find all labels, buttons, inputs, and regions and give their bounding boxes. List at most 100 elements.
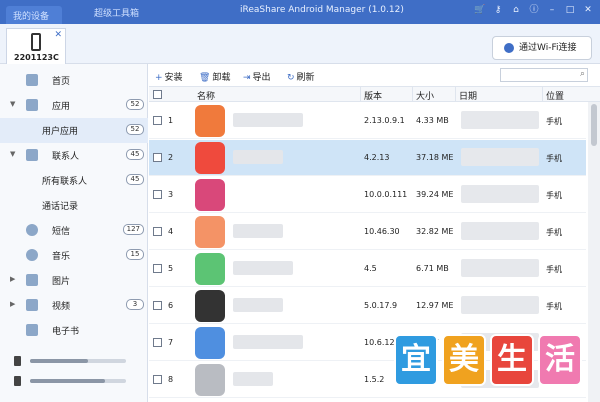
table-row[interactable]: 2 4.2.13 37.18 ME 手机 — [149, 140, 586, 176]
row-number: 5 — [168, 264, 174, 273]
phone-storage-icon — [14, 356, 21, 366]
storage-fill — [30, 379, 105, 383]
row-checkbox[interactable] — [153, 338, 162, 347]
sidebar-item-photos[interactable]: ▶ 图片 — [0, 268, 148, 293]
header-size[interactable]: 大小 — [416, 89, 434, 102]
app-location: 手机 — [546, 154, 562, 163]
device-tab[interactable]: ✕ 2201123C — [6, 28, 66, 64]
tab-my-device[interactable]: 我的设备 — [6, 6, 62, 24]
table-row[interactable]: 4 10.46.30 32.82 ME 手机 — [149, 214, 586, 250]
row-number: 6 — [168, 301, 174, 310]
table-row[interactable]: 1 2.13.0.9.1 4.33 MB 手机 — [149, 103, 586, 139]
header-date[interactable]: 日期 — [459, 89, 477, 102]
close-icon[interactable]: ✕ — [582, 4, 594, 16]
count-badge: 3 — [126, 299, 144, 310]
chevron-down-icon[interactable]: ▼ — [10, 150, 15, 158]
export-button[interactable]: ⇥ 导出 — [243, 70, 271, 83]
plus-icon: + — [155, 73, 163, 83]
app-version: 4.5 — [364, 264, 377, 273]
home-icon[interactable]: ⌂ — [510, 4, 522, 16]
search-input[interactable]: ⌕ — [500, 68, 588, 82]
app-version: 4.2.13 — [364, 153, 390, 162]
chevron-down-icon[interactable]: ▼ — [10, 100, 15, 108]
sidebar-item-ebooks[interactable]: 电子书 — [0, 318, 148, 343]
watermark-char: 生 — [490, 334, 534, 386]
count-badge: 45 — [126, 149, 144, 160]
row-number: 2 — [168, 153, 174, 162]
chevron-right-icon[interactable]: ▶ — [10, 300, 15, 308]
tab-toolbox[interactable]: 超级工具箱 — [94, 6, 139, 19]
app-date-redacted — [461, 148, 539, 166]
row-checkbox[interactable] — [153, 116, 162, 125]
vertical-scrollbar[interactable] — [588, 102, 600, 402]
watermark-char: 美 — [442, 334, 486, 386]
app-size: 4.33 MB — [416, 116, 449, 125]
row-checkbox[interactable] — [153, 190, 162, 199]
sidebar-item-music[interactable]: 音乐 15 — [0, 243, 148, 268]
install-button[interactable]: + 安装 — [155, 70, 183, 83]
app-size: 39.24 ME — [416, 190, 454, 199]
app-location: 手机 — [546, 228, 562, 237]
app-name-redacted — [233, 372, 273, 386]
cart-icon[interactable]: 🛒 — [474, 4, 486, 16]
app-version: 2.13.0.9.1 — [364, 116, 405, 125]
chevron-right-icon[interactable]: ▶ — [10, 275, 15, 283]
header-version[interactable]: 版本 — [364, 89, 382, 102]
row-checkbox[interactable] — [153, 375, 162, 384]
sms-icon — [26, 224, 38, 236]
close-device-icon[interactable]: ✕ — [54, 30, 62, 40]
row-number: 7 — [168, 338, 174, 347]
sidebar-item-call-log[interactable]: 通话记录 — [0, 193, 148, 218]
wifi-icon — [504, 43, 514, 53]
app-version: 5.0.17.9 — [364, 301, 398, 310]
watermark-char: 宜 — [394, 334, 438, 386]
scrollbar-thumb[interactable] — [591, 104, 597, 146]
app-icon — [195, 216, 225, 248]
row-checkbox[interactable] — [153, 301, 162, 310]
export-icon: ⇥ — [243, 73, 251, 83]
app-location: 手机 — [546, 191, 562, 200]
row-checkbox[interactable] — [153, 264, 162, 273]
wifi-connect-button[interactable]: 通过Wi-Fi连接 — [492, 36, 592, 60]
sidebar-item-sms[interactable]: 短信 127 — [0, 218, 148, 243]
count-badge: 45 — [126, 174, 144, 185]
device-strip: ✕ 2201123C 通过Wi-Fi连接 — [0, 24, 600, 64]
info-icon[interactable]: ⓘ — [528, 4, 540, 16]
row-number: 3 — [168, 190, 174, 199]
video-icon — [26, 299, 38, 311]
sidebar-item-videos[interactable]: ▶ 视频 3 — [0, 293, 148, 318]
maximize-icon[interactable]: □ — [564, 4, 576, 16]
app-date-redacted — [461, 185, 539, 203]
app-name-redacted — [233, 150, 283, 164]
sidebar-item-all-contacts[interactable]: 所有联系人 45 — [0, 168, 148, 193]
app-size: 12.97 ME — [416, 301, 454, 310]
device-name: 2201123C — [14, 53, 59, 62]
table-row[interactable]: 3 10.0.0.111 39.24 ME 手机 — [149, 177, 586, 213]
uninstall-button[interactable]: 🗑 卸载 — [199, 70, 230, 83]
header-name[interactable]: 名称 — [197, 89, 215, 102]
refresh-button[interactable]: ↻ 刷新 — [287, 70, 315, 83]
sidebar-item-contacts[interactable]: ▼ 联系人 45 — [0, 143, 148, 168]
row-checkbox[interactable] — [153, 227, 162, 236]
row-checkbox[interactable] — [153, 153, 162, 162]
apps-icon — [26, 99, 38, 111]
app-version: 10.0.0.111 — [364, 190, 408, 199]
header-location[interactable]: 位置 — [546, 89, 564, 102]
row-number: 8 — [168, 375, 174, 384]
contacts-icon — [26, 149, 38, 161]
select-all-checkbox[interactable] — [153, 90, 162, 99]
app-name-redacted — [233, 298, 283, 312]
table-row[interactable]: 5 4.5 6.71 MB 手机 — [149, 251, 586, 287]
app-icon — [195, 179, 225, 211]
phone-icon — [31, 33, 41, 51]
sidebar-item-home[interactable]: 首页 — [0, 68, 148, 93]
sidebar-item-user-apps[interactable]: 用户应用 52 — [0, 118, 148, 143]
sidebar-item-apps[interactable]: ▼ 应用 52 — [0, 93, 148, 118]
count-badge: 52 — [126, 124, 144, 135]
app-size: 32.82 ME — [416, 227, 454, 236]
table-row[interactable]: 6 5.0.17.9 12.97 ME 手机 — [149, 288, 586, 324]
key-icon[interactable]: ⚷ — [492, 4, 504, 16]
minimize-icon[interactable]: – — [546, 4, 558, 16]
app-icon — [195, 253, 225, 285]
app-name-redacted — [233, 224, 283, 238]
